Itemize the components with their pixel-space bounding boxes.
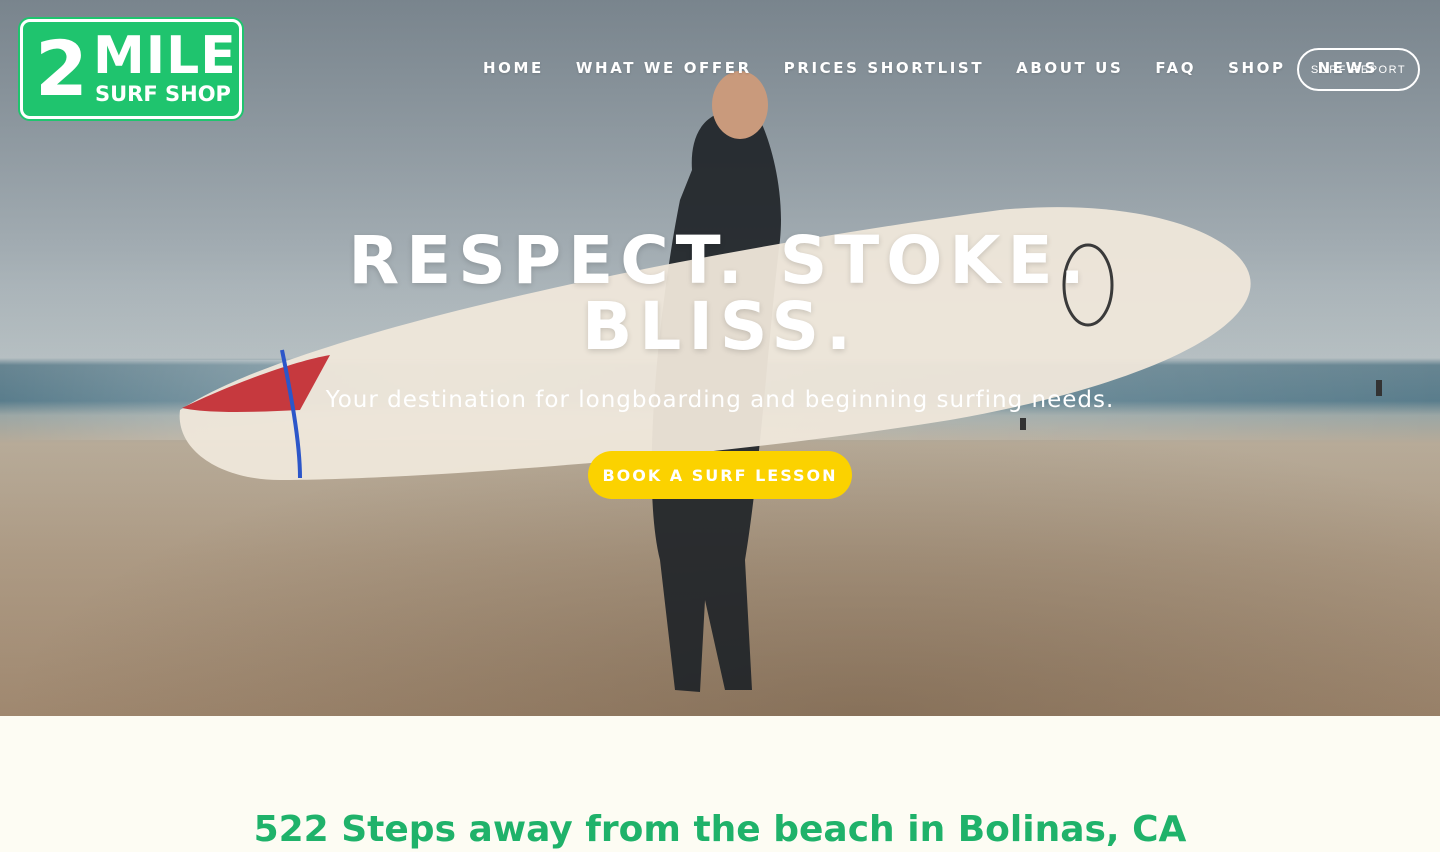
logo-number: 2 xyxy=(35,24,88,113)
nav-about-us[interactable]: ABOUT US xyxy=(1016,58,1123,78)
nav-what-we-offer[interactable]: WHAT WE OFFER xyxy=(576,58,752,78)
section-title: 522 Steps away from the beach in Bolinas… xyxy=(253,809,1187,850)
book-surf-lesson-button[interactable]: BOOK A SURF LESSON xyxy=(588,451,852,499)
nav-home[interactable]: HOME xyxy=(483,58,544,78)
surf-report-button[interactable]: SURF REPORT xyxy=(1297,48,1420,91)
main-nav: HOME WHAT WE OFFER PRICES SHORTLIST ABOU… xyxy=(483,58,1410,78)
hero-section: 2 MILE SURF SHOP HOME WHAT WE OFFER PRIC… xyxy=(0,0,1440,716)
nav-faq[interactable]: FAQ xyxy=(1155,58,1196,78)
logo-word-surf-shop: SURF SHOP xyxy=(95,82,231,106)
logo-word-mile: MILE xyxy=(93,26,237,86)
logo[interactable]: 2 MILE SURF SHOP xyxy=(20,19,242,119)
hero-headline: RESPECT. STOKE. BLISS. xyxy=(348,222,1092,365)
nav-shop[interactable]: SHOP xyxy=(1228,58,1286,78)
hero-subline: Your destination for longboarding and be… xyxy=(325,387,1115,413)
nav-prices-shortlist[interactable]: PRICES SHORTLIST xyxy=(784,58,984,78)
